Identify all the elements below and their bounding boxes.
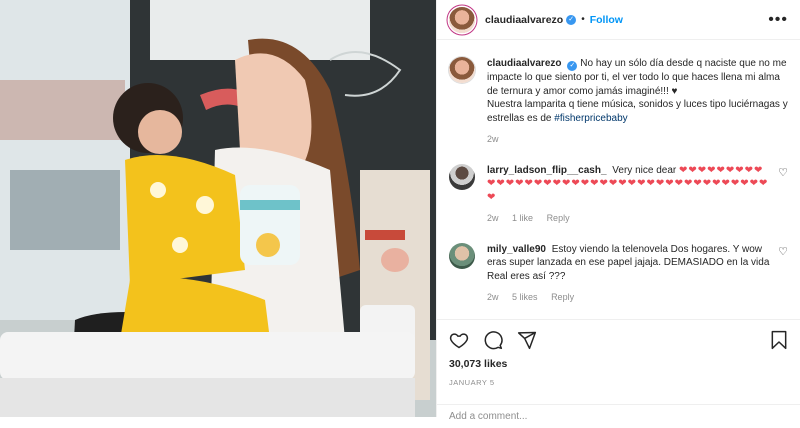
comment-time[interactable]: 2w (487, 292, 499, 302)
separator-dot: • (581, 14, 585, 25)
post-photo[interactable] (0, 0, 436, 417)
share-paper-plane-icon[interactable] (517, 330, 537, 350)
comment-likes[interactable]: 5 likes (512, 292, 538, 302)
hashtag-link[interactable]: #fisherpricebaby (554, 113, 627, 124)
avatar[interactable] (449, 163, 475, 190)
likes-count[interactable]: 30,073 likes (449, 358, 788, 370)
post-actions: 30,073 likes JANUARY 5 (437, 319, 800, 387)
avatar[interactable] (449, 57, 475, 83)
add-comment-bar: Add a comment... (437, 404, 800, 428)
caption-username-link[interactable]: claudiaalvarezo (487, 58, 561, 69)
post-header: claudiaalvarezo ✓ • Follow ••• (437, 0, 800, 40)
caption: claudiaalvarezo ✓ No hay un sólo día desd… (449, 57, 788, 147)
action-icons (449, 328, 788, 352)
photo-illustration (0, 0, 436, 417)
reply-button[interactable]: Reply (547, 213, 570, 223)
username-link[interactable]: claudiaalvarezo (485, 14, 563, 26)
like-heart-icon[interactable] (449, 330, 469, 350)
post-sidebar: claudiaalvarezo ✓ • Follow ••• claudiaal… (436, 0, 800, 422)
post-date[interactable]: JANUARY 5 (449, 378, 788, 387)
avatar[interactable] (449, 242, 475, 269)
caption-time[interactable]: 2w (487, 134, 499, 144)
comment-time[interactable]: 2w (487, 213, 499, 223)
follow-button[interactable]: Follow (590, 14, 623, 26)
avatar[interactable] (449, 6, 475, 33)
comment-meta: 2w 5 likes Reply (487, 291, 772, 305)
reply-button[interactable]: Reply (551, 292, 574, 302)
verified-badge-icon: ✓ (567, 61, 578, 71)
like-comment-heart-icon[interactable]: ♡ (778, 245, 788, 305)
comment-likes[interactable]: 1 like (512, 213, 533, 223)
save-bookmark-icon[interactable] (770, 330, 788, 350)
comment-bubble-icon[interactable] (483, 330, 503, 350)
comment-username-link[interactable]: larry_ladson_flip__cash_ (487, 165, 607, 176)
verified-badge-icon: ✓ (566, 14, 577, 25)
more-options-icon[interactable]: ••• (768, 11, 788, 27)
comment-meta: 2w 1 like Reply (487, 212, 772, 226)
comment-text: Very nice dear (612, 164, 677, 176)
caption-meta: 2w (487, 133, 788, 147)
comments-list[interactable]: claudiaalvarezo ✓ No hay un sólo día desd… (437, 40, 800, 317)
list-item: larry_ladson_flip__cash_ Very nice dear … (449, 163, 788, 226)
comment-username-link[interactable]: mily_valle90 (487, 244, 546, 255)
like-comment-heart-icon[interactable]: ♡ (778, 166, 788, 226)
caption-text-line2: Nuestra lamparita q tiene música, sonido… (487, 99, 788, 124)
list-item: mily_valle90 Estoy viendo la telenovela … (449, 242, 788, 305)
